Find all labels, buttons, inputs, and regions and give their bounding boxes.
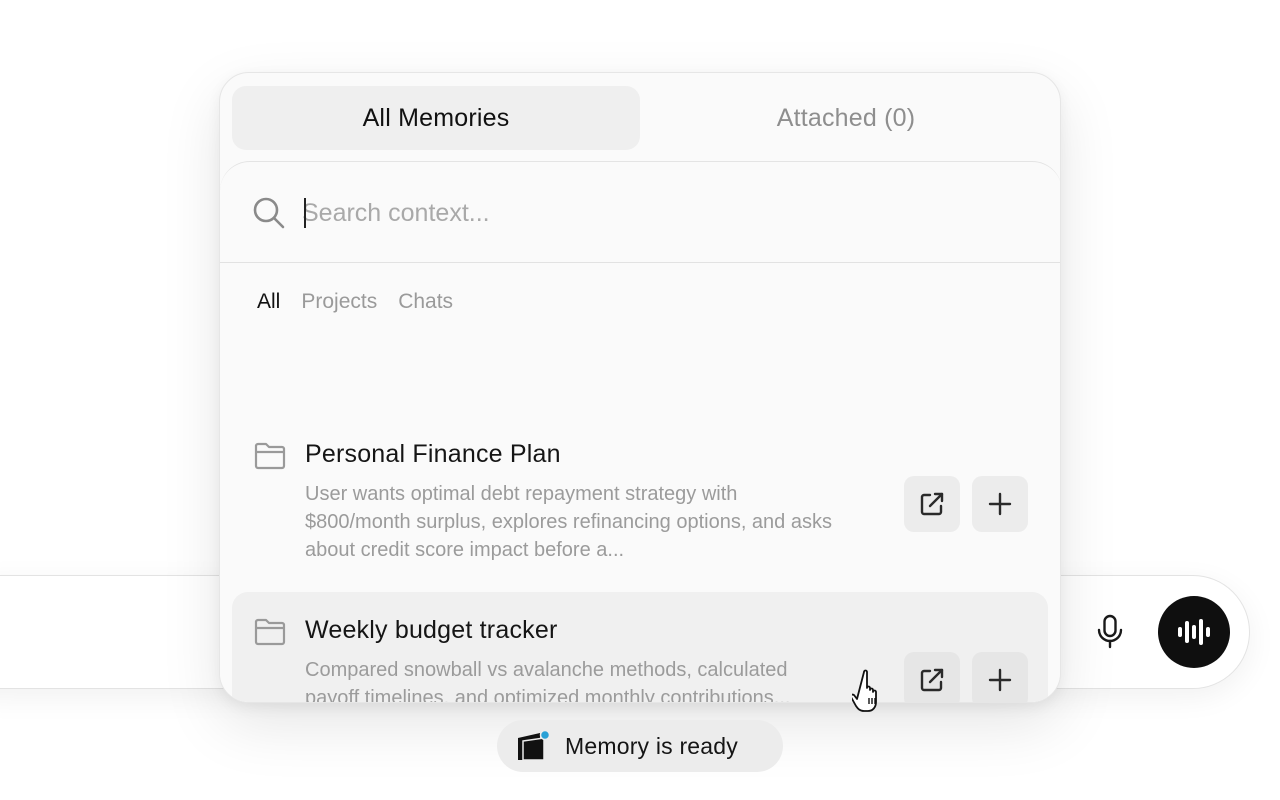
plus-icon — [988, 492, 1012, 516]
memory-item-description: Compared snowball vs avalanche methods, … — [305, 659, 791, 703]
memory-panel: All Projects Chats Personal Finance Plan… — [220, 161, 1060, 703]
memory-item[interactable]: Weekly budget tracker Compared snowball … — [232, 592, 1048, 703]
memory-popover: All Memories Attached (0) All Projects C… — [219, 72, 1061, 703]
hand-cursor-icon — [852, 669, 877, 712]
voice-mode-button[interactable] — [1158, 596, 1230, 668]
microphone-icon — [1097, 614, 1123, 649]
app-stage: All Memories Attached (0) All Projects C… — [0, 0, 1280, 800]
memory-item-description: User wants optimal debt repayment strate… — [305, 483, 832, 561]
attach-button[interactable] — [972, 476, 1028, 532]
memory-item[interactable]: Personal Finance Plan User wants optimal… — [232, 416, 1048, 588]
external-link-icon — [920, 668, 944, 692]
search-icon — [253, 197, 285, 229]
memory-tabs: All Memories Attached (0) — [232, 86, 1050, 151]
tab-all-memories[interactable]: All Memories — [232, 86, 640, 150]
open-external-button[interactable] — [904, 476, 960, 532]
open-external-button[interactable] — [904, 652, 960, 702]
external-link-icon — [920, 492, 944, 516]
search-bar — [220, 162, 1060, 263]
plus-icon — [988, 668, 1012, 692]
memory-icon — [518, 729, 551, 761]
filter-chats[interactable]: Chats — [398, 290, 453, 314]
filter-bar: All Projects Chats — [257, 290, 453, 314]
memory-item-title: Personal Finance Plan — [305, 440, 561, 468]
attach-button[interactable] — [972, 652, 1028, 702]
filter-projects[interactable]: Projects — [301, 290, 377, 314]
memory-status-badge: Memory is ready — [497, 720, 783, 772]
filter-all[interactable]: All — [257, 290, 280, 314]
memory-status-text: Memory is ready — [565, 732, 738, 759]
folder-icon — [254, 442, 286, 470]
voice-waveform-icon — [1178, 619, 1210, 645]
memory-item-title: Weekly budget tracker — [305, 616, 558, 644]
search-input[interactable] — [302, 192, 1002, 234]
folder-icon — [254, 618, 286, 646]
tab-attached[interactable]: Attached (0) — [642, 86, 1050, 150]
microphone-button[interactable] — [1090, 612, 1130, 652]
text-caret — [304, 198, 306, 228]
